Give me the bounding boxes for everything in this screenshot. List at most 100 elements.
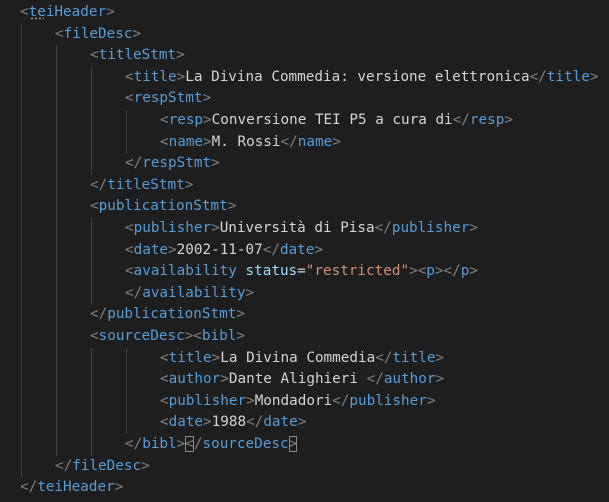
code-line[interactable]: </publicationStmt>	[90, 304, 245, 326]
indent-guide	[126, 110, 127, 154]
attribute-name: status	[245, 263, 298, 280]
punctuation: >	[409, 263, 418, 280]
punctuation: </	[125, 155, 143, 172]
punctuation: >	[141, 457, 150, 474]
indent-guide	[91, 66, 92, 175]
code-line[interactable]: </respStmt>	[125, 153, 220, 175]
code-line[interactable]: <date>2002-11-07</date>	[125, 240, 323, 262]
punctuation: >	[203, 133, 212, 150]
punctuation: <	[55, 25, 64, 42]
code-line[interactable]: <resp>Conversione TEI P5 a cura di</resp…	[160, 110, 513, 132]
tag-name: date	[279, 241, 315, 258]
tag-name: publisher	[391, 220, 470, 236]
code-line[interactable]: <date>1988</date>	[160, 412, 306, 434]
tag-name: bibl	[142, 436, 177, 452]
punctuation: <	[160, 414, 169, 431]
punctuation: >	[469, 263, 478, 280]
punctuation: >	[176, 436, 186, 452]
punctuation: >	[435, 371, 445, 388]
code-line[interactable]: <titleStmt>	[90, 45, 185, 67]
code-line[interactable]: <fileDesc>	[55, 24, 141, 46]
punctuation: </	[20, 479, 38, 496]
code-line[interactable]: <respStmt>	[125, 88, 211, 110]
punctuation: <	[125, 68, 134, 85]
text-content: La Divina Commedia	[220, 349, 376, 366]
punctuation: >	[236, 306, 245, 323]
punctuation: <	[417, 263, 427, 280]
punctuation: <	[125, 263, 134, 280]
tag-name: publicationStmt	[107, 306, 237, 323]
tag-name: sourceDesc	[202, 436, 289, 452]
tag-name: publisher	[349, 392, 427, 409]
code-line[interactable]: </bibl></sourceDesc>	[125, 434, 298, 456]
punctuation: >	[589, 68, 599, 85]
code-editor[interactable]: <teiHeader> <fileDesc> <titleStmt> <title>L…	[0, 0, 609, 502]
punctuation: </	[452, 112, 470, 128]
punctuation: </	[375, 349, 393, 366]
punctuation: <	[160, 112, 169, 128]
punctuation: </	[280, 133, 298, 150]
code-line[interactable]: <availability status="restricted"><p></p…	[125, 261, 478, 283]
punctuation: >	[132, 25, 142, 42]
text-content: 1988	[211, 414, 247, 431]
code-line[interactable]: <author>Dante Alighieri </author>	[160, 369, 444, 391]
punctuation: >	[314, 241, 323, 258]
attribute-value: "restricted"	[305, 263, 410, 280]
punctuation: >	[246, 392, 255, 409]
tag-name: title	[546, 68, 590, 85]
punctuation: >	[184, 176, 194, 193]
punctuation: >	[211, 349, 221, 366]
punctuation: >	[220, 371, 229, 388]
punctuation: </	[125, 284, 143, 301]
punctuation: </	[90, 176, 108, 193]
code-line[interactable]: </availability>	[125, 283, 254, 305]
code-line[interactable]: <title>La Divina Commedia</title>	[160, 348, 444, 370]
code-line[interactable]: </teiHeader>	[20, 477, 123, 499]
punctuation: </	[125, 436, 143, 452]
punctuation: <	[160, 133, 169, 150]
punctuation: <	[90, 47, 99, 64]
code-line[interactable]: </fileDesc>	[55, 456, 150, 478]
punctuation: ></	[434, 263, 461, 280]
punctuation: </	[366, 371, 384, 388]
punctuation: <	[160, 371, 169, 388]
punctuation: >	[227, 198, 237, 215]
indent-guide	[126, 347, 127, 434]
tag-name: publisher	[168, 392, 247, 409]
punctuation: >	[168, 241, 177, 258]
punctuation: <	[125, 220, 134, 236]
punctuation: >	[245, 284, 255, 301]
code-line[interactable]: <publisher>Università di Pisa</publisher…	[125, 218, 478, 240]
punctuation: </	[262, 241, 280, 258]
punctuation: >	[211, 155, 220, 172]
tag-name: publicationStmt	[98, 198, 228, 215]
punctuation: </	[332, 392, 350, 409]
code-line[interactable]: <publisher>Mondadori</publisher>	[160, 391, 435, 413]
tag-name: name	[297, 133, 333, 150]
tag-name: date	[263, 414, 298, 431]
tag-name: title	[133, 68, 177, 85]
punctuation: >	[426, 392, 436, 409]
punctuation: >	[297, 414, 307, 431]
code-line[interactable]: <title>La Divina Commedia: versione elet…	[125, 67, 598, 89]
punctuation: <	[90, 198, 99, 215]
code-line[interactable]: <publicationStmt>	[90, 196, 236, 218]
punctuation: <	[20, 4, 29, 20]
tag-name: teiHeader	[37, 479, 115, 496]
tag-name: sourceDesc	[98, 328, 185, 344]
punctuation: >	[211, 220, 220, 236]
punctuation: </	[529, 68, 547, 85]
indent-guide	[56, 45, 57, 456]
code-line[interactable]: <sourceDesc><bibl>	[90, 326, 245, 348]
punctuation: >	[236, 328, 245, 344]
tag-name: teiHeader	[28, 4, 107, 20]
punctuation: >	[203, 112, 212, 128]
tag-name: title	[392, 349, 436, 366]
code-line[interactable]: <name>M. Rossi</name>	[160, 132, 341, 154]
text-content: M. Rossi	[211, 133, 281, 150]
code-line[interactable]: <teiHeader>	[20, 2, 115, 24]
punctuation: </	[246, 414, 264, 431]
punctuation: <	[125, 90, 134, 107]
operator: =	[297, 263, 306, 280]
code-line[interactable]: </titleStmt>	[90, 175, 193, 197]
